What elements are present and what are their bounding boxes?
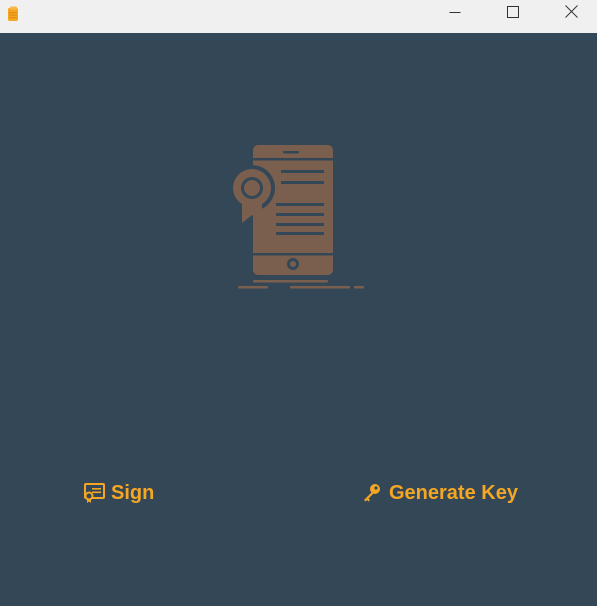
document-icon [6,6,20,22]
maximize-icon [507,5,519,23]
generate-key-label: Generate Key [389,481,518,504]
maximize-button[interactable] [484,0,542,28]
minimize-button[interactable] [426,0,484,28]
minimize-icon [449,5,461,23]
app-window: Sign Generate Key [0,0,597,606]
sign-label: Sign [111,481,155,504]
close-button[interactable] [542,0,597,28]
title-bar[interactable] [0,0,597,33]
close-icon [564,5,578,23]
mobile-certificate-icon [229,143,370,293]
sign-button[interactable]: Sign [83,478,154,508]
certificate-sign-icon [83,482,105,504]
generate-key-button[interactable]: Generate Key [361,478,518,508]
key-icon [361,482,383,504]
